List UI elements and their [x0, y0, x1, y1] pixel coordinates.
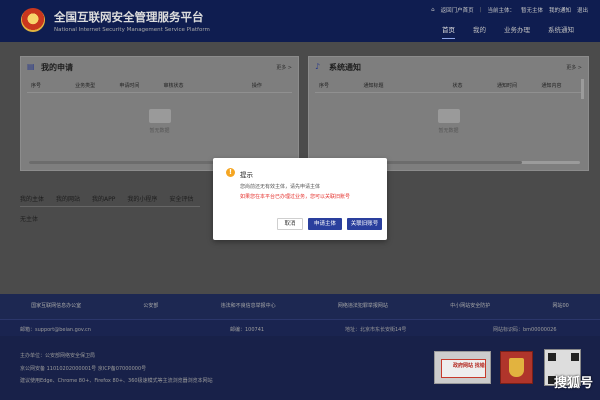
vertical-scrollbar[interactable]	[581, 79, 584, 99]
browser-advice: 建议使用Edge、Chrome 80+、Firefox 80+、360极速模式等…	[20, 378, 213, 384]
column-header: 序号	[31, 83, 42, 89]
warning-icon: !	[226, 168, 235, 177]
nav-business[interactable]: 业务办理	[504, 24, 530, 39]
empty-text: 暂无数据	[438, 128, 459, 134]
empty-state: 暂无数据	[309, 109, 588, 134]
footer-links-bar: 国家互联网信息办公室 公安部 违法和不良信息举报中心 网络违法犯罪举报网站 中小…	[0, 294, 600, 319]
site-title: 全国互联网安全管理服务平台	[54, 10, 204, 24]
footer-link[interactable]: 违法和不良信息举报中心	[221, 302, 276, 309]
qr-finder	[571, 353, 579, 361]
document-icon: ▤	[27, 62, 35, 71]
footer-link[interactable]: 网络违法犯罪举报网站	[338, 302, 388, 309]
site-subtitle: National Internet Security Management Se…	[54, 27, 210, 33]
home-icon: ⌂	[431, 7, 435, 13]
empty-box-icon	[437, 109, 460, 123]
apply-subject-button[interactable]: 申请主体	[308, 218, 342, 230]
tabs-divider	[20, 206, 200, 207]
dialog-title: 提示	[240, 171, 253, 179]
column-header: 序号	[319, 83, 330, 89]
nav-mine[interactable]: 我的	[473, 24, 486, 39]
my-applications-card: ▤ 我的申请 更多 > 序号 业务类型 申请时间 审核状态 操作 暂无数据	[20, 56, 299, 171]
footer-contact-bar: 邮箱：support@beian.gov.cn 邮编：100741 地址：北京市…	[0, 319, 600, 336]
column-header: 通知时间	[497, 83, 518, 89]
watermark: 搜狐号	[554, 376, 594, 391]
footer-link[interactable]: 中小网站安全防护	[450, 302, 490, 309]
footer-link[interactable]: 网站00	[552, 302, 568, 309]
badge-frame: 政府网站 找错	[441, 359, 486, 378]
police-badge-icon[interactable]	[500, 351, 533, 384]
cancel-button[interactable]: 取消	[277, 218, 303, 230]
card-title: 系统通知	[329, 63, 361, 72]
table-header: 序号 业务类型 申请时间 审核状态 操作	[27, 79, 292, 93]
shield-icon	[509, 358, 524, 377]
more-link[interactable]: 更多 >	[566, 64, 582, 71]
table-header: 序号 通知标题 状态 通知时间 通知内容	[315, 79, 582, 93]
divider: |	[479, 7, 482, 13]
scroll-thumb[interactable]	[29, 161, 233, 164]
badge-text: 政府网站 找错	[453, 363, 485, 369]
site-header: 全国互联网安全管理服务平台 National Internet Security…	[0, 0, 600, 42]
column-header: 通知内容	[541, 83, 562, 89]
column-header: 状态	[452, 83, 463, 89]
dialog-message: 您尚前还无有效主体，请先申请主体	[240, 184, 321, 190]
empty-text: 暂无数据	[149, 128, 170, 134]
site-code: 网站标识码：bm00000026	[493, 327, 557, 333]
footer-links: 国家互联网信息办公室 公安部 违法和不良信息举报中心 网络违法犯罪举报网站 中小…	[0, 302, 600, 309]
logout-link[interactable]: 退出	[577, 6, 588, 14]
main-nav: 首页 我的 业务办理 系统通知	[442, 24, 574, 39]
column-header: 业务类型	[75, 83, 96, 89]
nav-system-notices[interactable]: 系统通知	[548, 24, 574, 39]
empty-state: 暂无数据	[21, 109, 298, 134]
system-notices-card: ♪ 系统通知 更多 > 序号 通知标题 状态 通知时间 通知内容 暂无数据	[308, 56, 589, 171]
nav-home[interactable]: 首页	[442, 24, 455, 39]
column-header: 操作	[251, 83, 262, 89]
record-numbers: 京公网安备 11010202000001号 京ICP备07000000号	[20, 366, 147, 372]
dialog-hint: 如果您在本平台已办理过业务，您可以关联旧账号	[240, 194, 351, 200]
empty-box-icon	[148, 109, 171, 123]
contact-email: 邮箱：support@beian.gov.cn	[20, 327, 91, 333]
contact-address: 地址：北京市东长安街14号	[345, 327, 407, 333]
footer-link[interactable]: 公安部	[143, 302, 158, 309]
no-subject-text: 无主体	[20, 216, 39, 223]
sponsor-text: 主办单位：公安部网络安全保卫局	[20, 353, 96, 359]
column-header: 通知标题	[363, 83, 384, 89]
column-header: 申请时间	[119, 83, 140, 89]
police-emblem-icon	[21, 8, 45, 32]
card-title: 我的申请	[41, 63, 73, 72]
column-header: 审核状态	[163, 83, 184, 89]
back-home-link[interactable]: 返回门户首页	[441, 6, 474, 14]
qr-finder	[548, 353, 556, 361]
more-link[interactable]: 更多 >	[276, 64, 292, 71]
gov-site-error-badge[interactable]: 政府网站 找错	[434, 351, 491, 384]
tip-dialog: ! 提示 您尚前还无有效主体，请先申请主体 如果您在本平台已办理过业务，您可以关…	[213, 158, 387, 240]
notifications-link[interactable]: 我的通知	[549, 6, 571, 14]
top-links: ⌂ 返回门户首页 | 当前主体： 暂无主体 我的通知 退出	[431, 6, 588, 14]
bell-icon: ♪	[315, 62, 321, 71]
current-subject-value[interactable]: 暂无主体	[521, 6, 543, 14]
footer-link[interactable]: 国家互联网信息办公室	[31, 302, 81, 309]
contact-zip: 邮编：100741	[230, 327, 265, 333]
current-subject-label: 当前主体：	[487, 8, 515, 14]
link-old-account-button[interactable]: 关联旧账号	[347, 218, 382, 230]
